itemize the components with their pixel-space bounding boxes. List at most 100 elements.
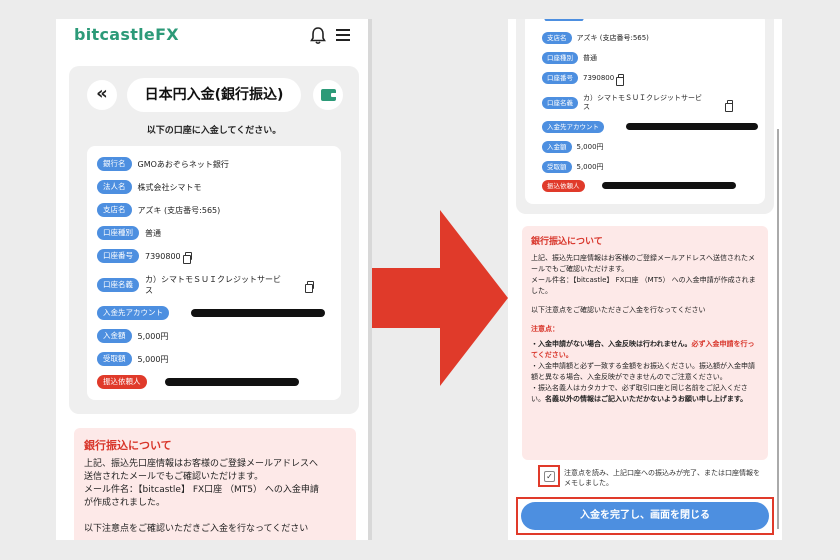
info-row-account-holder: 口座名義 カ）シマトモＳＵＩクレジットサービス (97, 270, 314, 300)
logo-fx-text: FX (155, 25, 179, 44)
info-row-company: 法人名 株式会社シマトモ (97, 179, 202, 195)
complete-deposit-button[interactable]: 入金を完了し、画面を閉じる (521, 502, 769, 530)
info-row-transferor: 振込依頼人 (97, 374, 147, 390)
info-value-line: カ）シマトモＳＵＩクレジットサービ (583, 94, 702, 102)
app-logo[interactable]: bitcastleFX (74, 25, 179, 44)
notice-line: 送信されたメールでもご確認いただけます。 (84, 472, 264, 482)
info-row-deposit-amount: 入金額 5,000円 (97, 328, 168, 344)
info-row-bank: 銀行名 GMOあおぞらネット銀行 (97, 156, 229, 172)
info-row-account-type: 口座種別 普通 (97, 225, 161, 241)
info-row-deposit-account: 入金先アカウント (97, 305, 169, 321)
info-row-received-amount: 受取額 5,000円 (542, 160, 604, 173)
wallet-icon (321, 89, 337, 101)
label-badge: 口座名義 (542, 97, 578, 109)
info-value: カ）シマトモＳＵＩクレジットサービス (145, 274, 295, 296)
logo-text: bitcastle (74, 25, 156, 44)
checkmark-icon: ✓ (546, 472, 553, 481)
label-badge: 受取額 (97, 352, 132, 366)
info-value: 5,000円 (137, 354, 169, 364)
right-phone-screen: 支店名 アズキ (支店番号:565) 口座種別 普通 口座番号 7390800 … (508, 19, 782, 540)
bank-info-card: 銀行名 GMOあおぞらネット銀行 法人名 株式会社シマトモ 支店名 アズキ (支… (87, 146, 341, 400)
info-row-deposit-amount: 入金額 5,000円 (542, 140, 604, 153)
label-badge: 口座種別 (97, 226, 139, 240)
info-value-line: ス (583, 103, 590, 111)
redacted-bar (602, 182, 736, 189)
copy-icon[interactable] (725, 99, 733, 112)
caution-item: ・入金申請がない場合、入金反映は行われません。必ず入金申請を行ってください。 (531, 339, 761, 361)
done-button-highlight: 入金を完了し、画面を閉じる (516, 497, 774, 535)
left-phone-screen: bitcastleFX « 日本円入金(銀行振込) 以下の口座に入金してください… (56, 19, 372, 540)
info-value: 普通 (583, 53, 597, 62)
info-value: 5,000円 (576, 162, 604, 171)
info-value-line: カ）シマトモＳＵＩクレジットサービ (145, 275, 281, 284)
redacted-bar (626, 123, 758, 130)
label-badge: 法人名 (97, 180, 132, 194)
notice-title: 銀行振込について (531, 237, 603, 247)
confirm-checkbox-row: ✓ 注意点を読み、上記口座への振込みが完了、または口座情報をメモしました。 (538, 465, 768, 489)
label-badge: 入金額 (542, 140, 572, 153)
instruction-text: 以下の口座に入金してください。 (146, 126, 282, 136)
info-row-branch: 支店名 アズキ (支店番号:565) (542, 31, 649, 44)
notice-body: 上記、振込先口座情報はお客様のご登録メールアドレスへ 送信されたメールでもご確認… (84, 458, 350, 536)
info-row-branch: 支店名 アズキ (支店番号:565) (97, 202, 220, 218)
label-badge: 支店名 (542, 31, 572, 44)
confirm-label: 注意点を読み、上記口座への振込みが完了、または口座情報をメモしました。 (564, 469, 760, 487)
info-value: 株式会社シマトモ (137, 182, 202, 192)
info-row-clipped (544, 19, 584, 21)
label-badge: 入金額 (97, 329, 132, 343)
caution-text-emphasis: 名義以外の情報はご記入いただかないようお願い申し上げます。 (545, 395, 748, 403)
scrollbar[interactable] (777, 129, 779, 529)
notice-body: 上記、振込先口座情報はお客様のご登録メールアドレスへ送信されたメールでもご確認い… (531, 253, 761, 405)
label-badge: 入金先アカウント (97, 306, 169, 320)
top-bar: bitcastleFX (56, 19, 372, 53)
info-value-line: ス (145, 286, 153, 295)
copy-icon[interactable] (182, 252, 192, 264)
info-value: GMOあおぞらネット銀行 (137, 159, 229, 169)
notice-paragraph: 以下注意点をご確認いただきご入金を行なってください (531, 306, 706, 314)
bell-icon[interactable] (310, 27, 326, 45)
label-badge: 受取額 (542, 160, 572, 173)
info-row-deposit-account: 入金先アカウント (542, 120, 604, 133)
label-badge (544, 19, 584, 21)
label-badge: 振込依頼人 (542, 179, 585, 192)
label-badge: 振込依頼人 (97, 375, 147, 389)
info-row-transferor: 振込依頼人 (542, 179, 585, 192)
copy-icon[interactable] (305, 281, 314, 293)
info-value: アズキ (支店番号:565) (137, 205, 221, 215)
info-value: アズキ (支店番号:565) (576, 33, 649, 42)
caution-text: ・入金申請がない場合、入金反映は行われません。 (531, 340, 692, 348)
wallet-button[interactable] (313, 80, 343, 110)
info-row-account-holder: 口座名義 カ）シマトモＳＵＩクレジットサービス (542, 91, 733, 115)
redacted-bar (165, 378, 299, 386)
info-row-account-number: 口座番号 7390800 (97, 248, 192, 264)
back-button[interactable]: « (87, 80, 117, 110)
notice-line: メール件名：【bitcastle】 FX口座 （MT5） への入金申請 (84, 485, 319, 495)
confirm-checkbox[interactable]: ✓ (544, 471, 555, 482)
info-value: 5,000円 (576, 142, 604, 151)
caution-item: ・入金申請額と必ず一致する金額をお振込ください。振込額が入金申請額と異なる場合、… (531, 362, 755, 381)
label-badge: 支店名 (97, 203, 132, 217)
double-chevron-left-icon: « (96, 83, 108, 104)
label-badge: 入金先アカウント (542, 120, 604, 133)
label-badge: 口座名義 (97, 278, 139, 292)
label-badge: 口座番号 (542, 71, 578, 84)
info-row-account-type: 口座種別 普通 (542, 51, 597, 64)
label-badge: 口座番号 (97, 249, 139, 263)
info-value: 7390800 (583, 73, 615, 82)
info-value: 5,000円 (137, 331, 169, 341)
info-row-account-number: 口座番号 7390800 (542, 71, 625, 86)
arrow-right-icon (372, 210, 508, 386)
notice-paragraph: メール件名：【bitcastle】 FX口座 （MT5） への入金申請が作成され… (531, 276, 756, 295)
checkbox-highlight: ✓ (538, 465, 560, 487)
deposit-panel: « 日本円入金(銀行振込) 以下の口座に入金してください。 銀行名 GMOあおぞ… (69, 66, 359, 414)
hamburger-menu-icon[interactable] (336, 29, 350, 42)
label-badge: 口座種別 (542, 51, 578, 64)
caution-label: 注意点： (531, 325, 559, 333)
info-row-received-amount: 受取額 5,000円 (97, 351, 168, 367)
copy-icon[interactable] (616, 74, 625, 86)
bank-transfer-notice: 銀行振込について 上記、振込先口座情報はお客様のご登録メールアドレスへ送信された… (522, 226, 768, 460)
notice-line: が作成されました。 (84, 498, 166, 508)
notice-paragraph: 上記、振込先口座情報はお客様のご登録メールアドレスへ送信されたメールでもご確認い… (531, 254, 755, 273)
redacted-bar (191, 309, 325, 317)
page-title: 日本円入金(銀行振込) (127, 78, 301, 112)
